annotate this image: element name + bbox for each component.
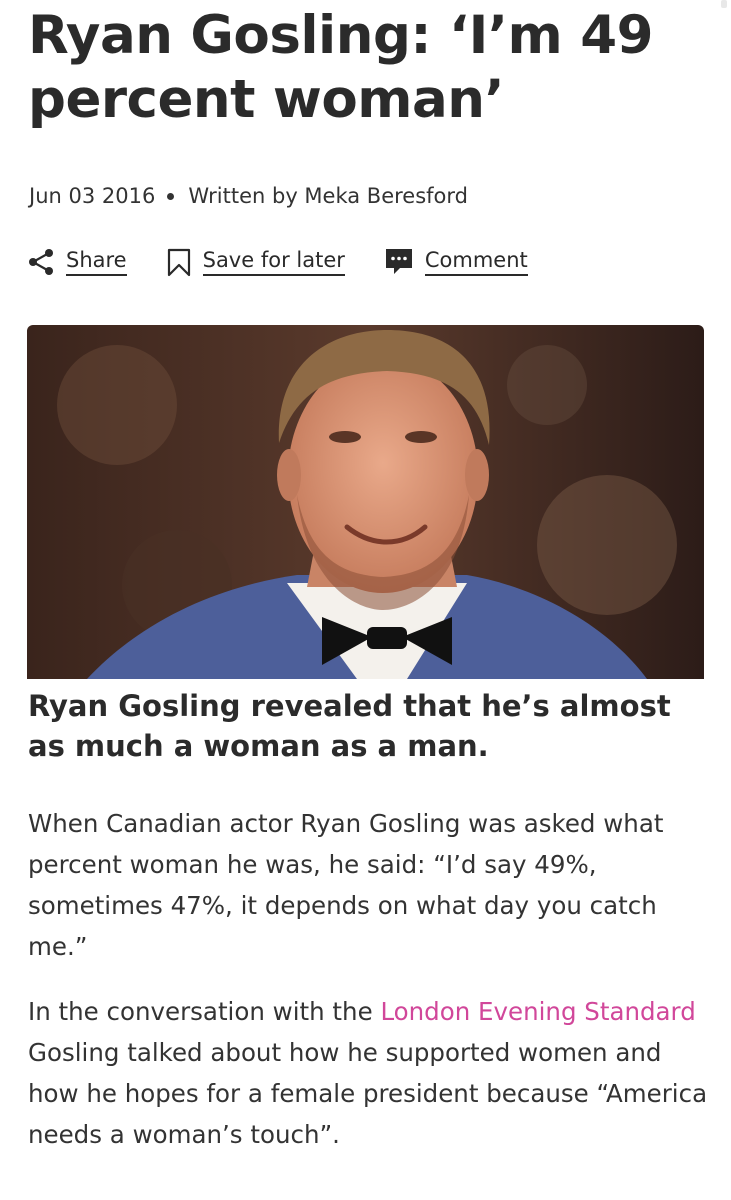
comment-icon: [383, 246, 415, 278]
share-icon: [26, 247, 56, 277]
article-hero-image: [27, 325, 704, 679]
paragraph-2-body: Gosling talked about how he supported wo…: [28, 1038, 708, 1149]
article-paragraph-2: In the conversation with the London Even…: [28, 991, 708, 1155]
share-label: Share: [66, 248, 127, 276]
article-byline: Written by Meka Beresford: [188, 184, 468, 208]
article-paragraph-1: When Canadian actor Ryan Gosling was ask…: [28, 809, 664, 961]
comment-button[interactable]: Comment: [383, 246, 528, 278]
comment-label: Comment: [424, 248, 528, 276]
london-evening-standard-link[interactable]: London Evening Standard: [380, 997, 695, 1026]
paragraph-2-intro: In the conversation with the: [28, 997, 381, 1026]
meta-separator-dot: [167, 192, 175, 200]
article-headline: Ryan Gosling: ‘I’m 49 percent woman’: [28, 5, 653, 130]
article-date: Jun 03 2016: [29, 184, 156, 208]
save-for-later-label: Save for later: [202, 248, 345, 276]
article-standfirst: Ryan Gosling revealed that he’s almost a…: [28, 689, 671, 763]
scrollbar-thumb[interactable]: [721, 0, 727, 8]
share-button[interactable]: Share: [26, 247, 127, 277]
bookmark-icon: [165, 247, 193, 277]
article-meta: Jun 03 2016 Written by Meka Beresford: [29, 184, 468, 208]
article-actions: Share Save for later Comment: [26, 246, 566, 278]
save-for-later-button[interactable]: Save for later: [165, 247, 345, 277]
